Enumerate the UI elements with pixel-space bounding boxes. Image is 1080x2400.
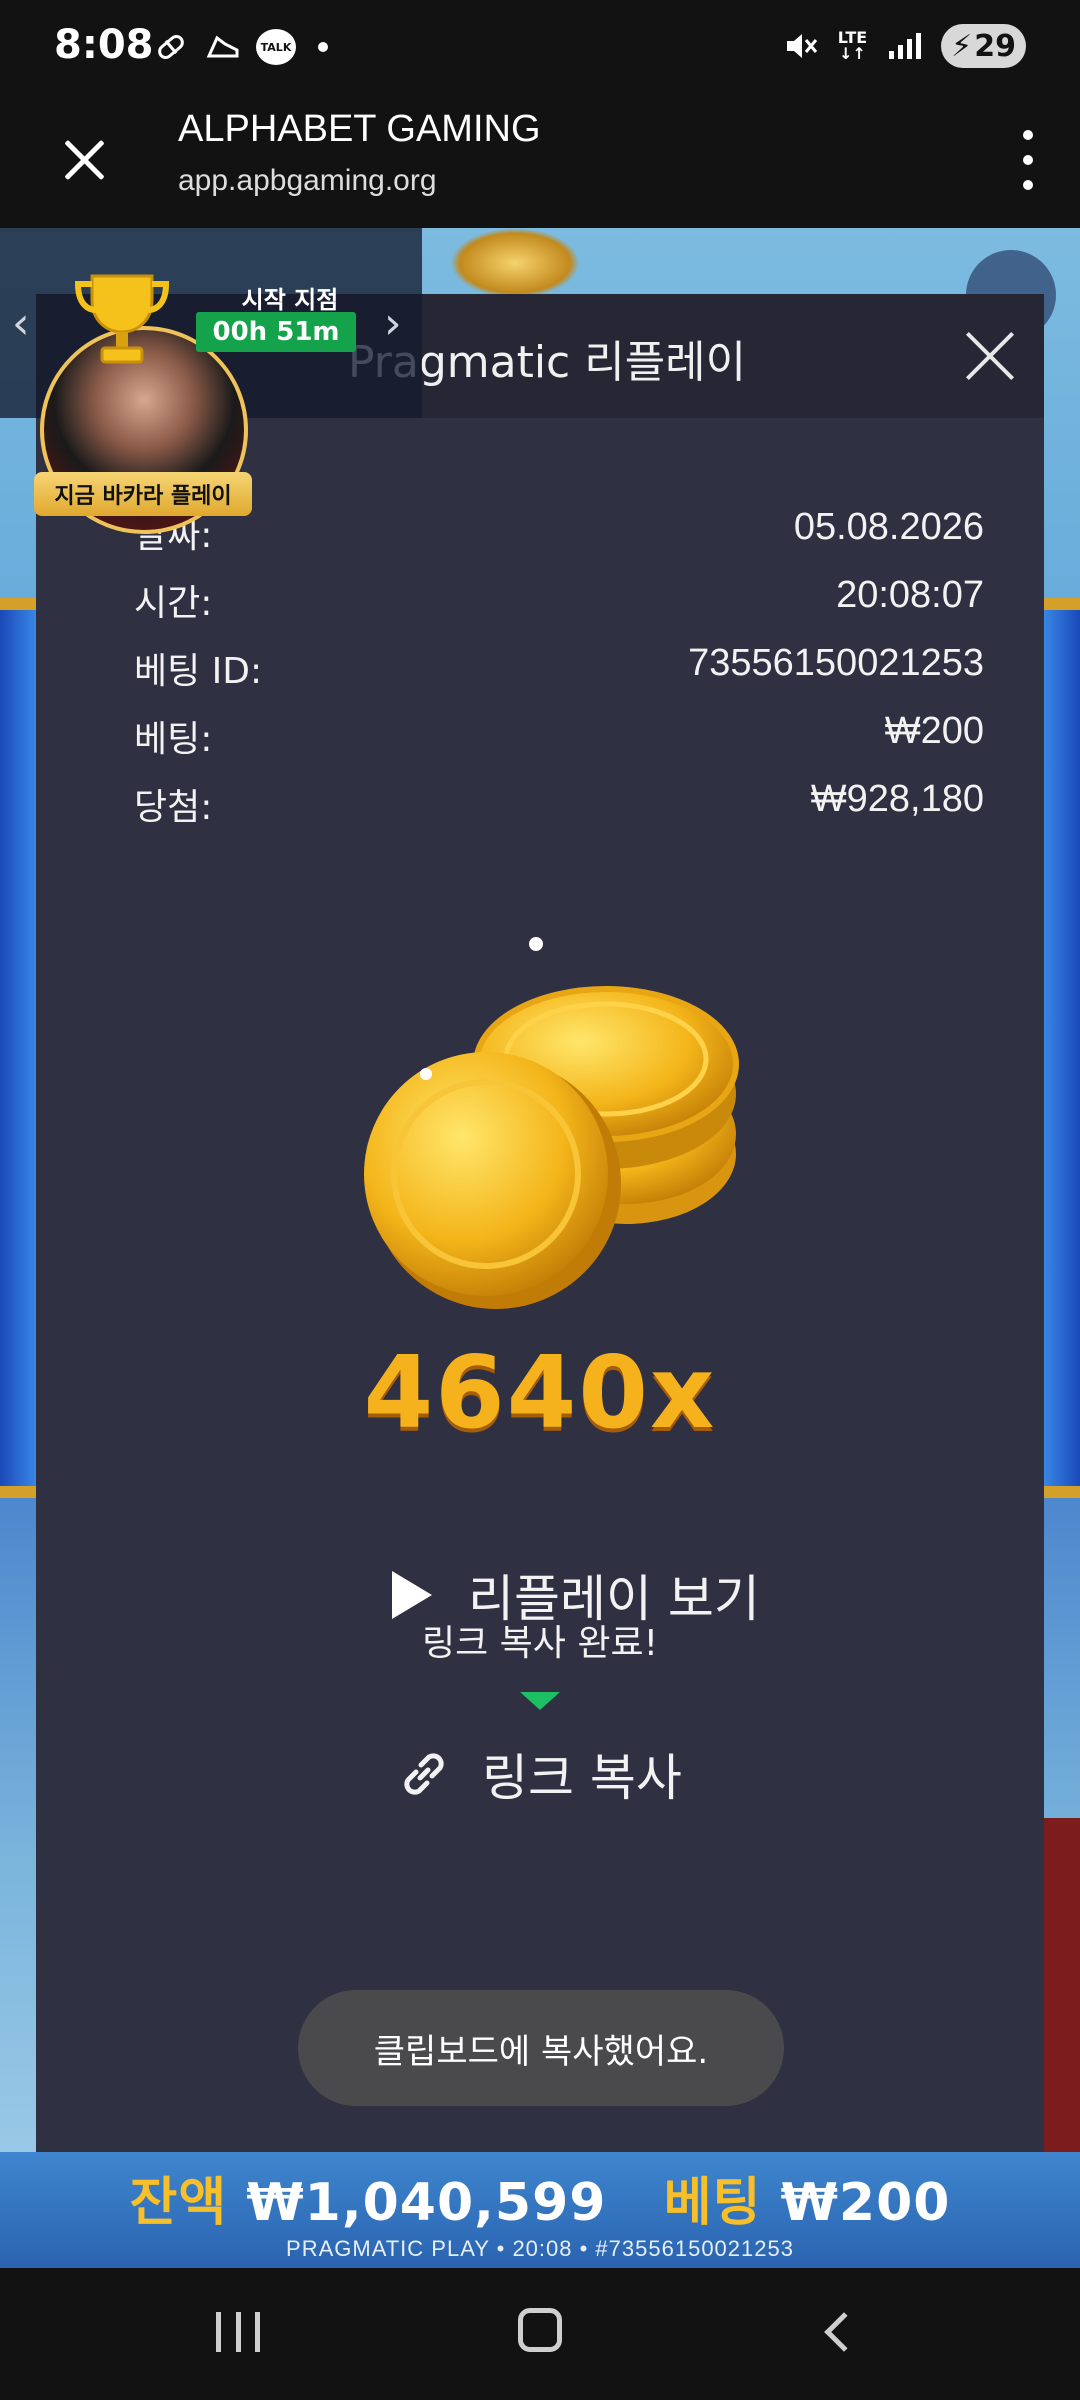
mute-icon — [782, 27, 820, 65]
trophy-icon — [74, 274, 170, 364]
info-label: 베팅: — [134, 719, 213, 760]
more-notifications-dot — [318, 42, 328, 52]
balance-value: ₩1,040,599 — [246, 2173, 607, 2233]
info-row-time: 시간: 20:08:07 — [134, 574, 984, 634]
home-icon[interactable] — [518, 2308, 562, 2352]
sneaker-icon — [204, 28, 242, 66]
link-icon — [404, 1753, 444, 1795]
bet-label: 베팅 — [663, 2173, 762, 2233]
replay-modal: Pragmatic 리플레이 날짜: 05.08.2026 시간: 20:08:… — [36, 294, 1044, 2152]
reel-frame-right — [1042, 598, 1080, 1498]
charging-icon: ⚡ — [951, 28, 973, 64]
back-icon[interactable] — [824, 2312, 864, 2352]
info-row-win: 당첨: ₩928,180 — [134, 778, 984, 838]
countdown-timer: 00h 51m — [196, 312, 356, 352]
page-title: ALPHABET GAMING — [178, 108, 541, 150]
link-copied-tooltip: 링크 복사 완료! — [421, 1623, 659, 1664]
system-icons: LTE ↓↑ ⚡ 29 — [782, 24, 1026, 68]
info-value: 05.08.2026 — [793, 506, 984, 548]
chevron-right-icon[interactable]: › — [384, 298, 402, 349]
notification-icons: TALK — [152, 28, 328, 66]
info-row-bet-id: 베팅 ID: 73556150021253 — [134, 642, 984, 702]
copy-link-label: 링크 복사 — [482, 1749, 682, 1807]
reel-frame-left — [0, 598, 38, 1498]
game-balance-bar: 잔액 ₩1,040,599 베팅 ₩200 PRAGMATIC PLAY • 2… — [0, 2152, 1080, 2268]
info-value: 73556150021253 — [688, 642, 984, 684]
coins-icon — [364, 937, 739, 1309]
info-value: ₩928,180 — [810, 778, 984, 820]
system-nav-bar — [0, 2268, 1080, 2400]
balance-label: 잔액 — [129, 2173, 228, 2233]
clipboard-toast: 클립보드에 복사했어요. — [298, 1990, 784, 2106]
round-info: PRAGMATIC PLAY • 20:08 • #73556150021253 — [286, 2236, 794, 2261]
close-icon[interactable] — [962, 328, 1018, 384]
info-value: 20:08:07 — [836, 574, 984, 616]
recent-apps-icon[interactable] — [216, 2312, 260, 2352]
kakaotalk-icon: TALK — [256, 29, 296, 65]
pill-icon — [152, 28, 190, 66]
balance-line: 잔액 ₩1,040,599 베팅 ₩200 — [0, 2160, 1080, 2235]
signal-icon — [885, 27, 923, 65]
bet-value: ₩200 — [780, 2173, 951, 2233]
info-label: 시간: — [134, 583, 213, 624]
status-bar: 8:08 TALK LTE ↓↑ ⚡ 29 — [0, 0, 1080, 96]
start-point-label: 시작 지점 — [241, 286, 339, 314]
play-baccarat-badge[interactable]: 지금 바카라 플레이 — [34, 472, 252, 516]
play-icon — [392, 1571, 432, 1619]
more-vert-icon[interactable] — [1018, 130, 1038, 190]
info-value: ₩200 — [884, 710, 984, 752]
page-url[interactable]: app.apbgaming.org — [178, 164, 437, 198]
tooltip-arrow-icon — [520, 1692, 560, 1710]
copy-link-button[interactable]: 링크 복사 — [396, 1734, 682, 1814]
info-row-bet: 베팅: ₩200 — [134, 710, 984, 770]
chevron-left-icon[interactable]: ‹ — [12, 298, 30, 349]
browser-toolbar: ALPHABET GAMING app.apbgaming.org — [0, 96, 1080, 228]
win-multiplier: 4640x — [363, 1334, 717, 1451]
battery-indicator: ⚡ 29 — [941, 24, 1026, 68]
network-type: LTE ↓↑ — [837, 28, 868, 63]
info-row-date: 날짜: 05.08.2026 — [134, 506, 984, 566]
close-icon[interactable] — [58, 134, 110, 186]
info-label: 베팅 ID: — [134, 651, 263, 692]
info-label: 당첨: — [134, 787, 213, 828]
game-side-panel — [1042, 1818, 1080, 2158]
status-time: 8:08 — [54, 22, 154, 68]
game-ornament — [450, 228, 580, 298]
